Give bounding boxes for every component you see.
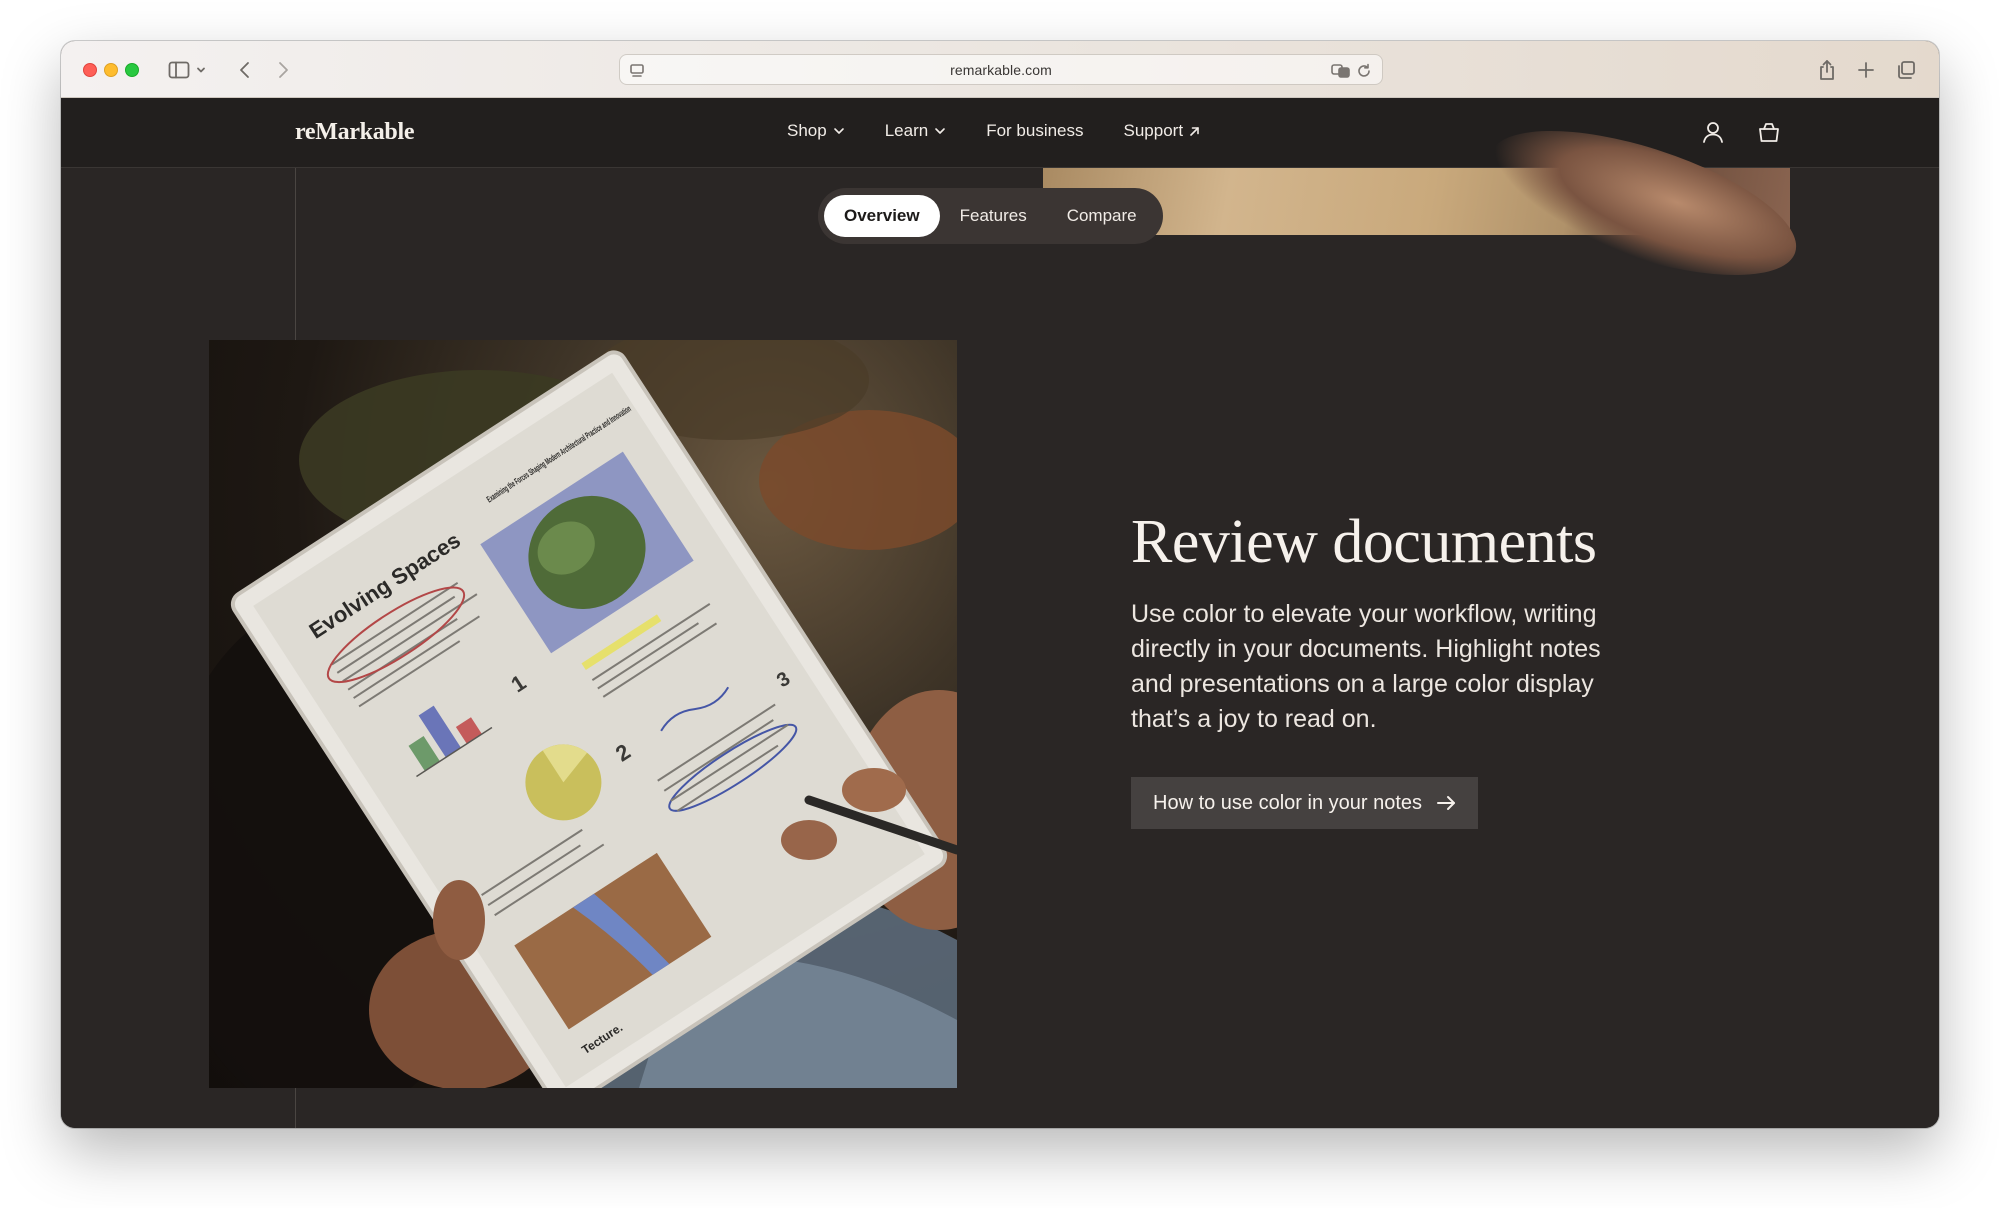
cart-icon[interactable] [1753,116,1785,148]
back-icon[interactable] [230,55,260,85]
main-nav: Shop Learn For business Support [787,121,1240,141]
close-window-button[interactable] [83,63,97,77]
nav-item-shop[interactable]: Shop [787,121,845,141]
nav-item-learn[interactable]: Learn [885,121,946,141]
zoom-window-button[interactable] [125,63,139,77]
browser-toolbar: remarkable.com [61,41,1939,98]
external-link-arrow-icon [1190,126,1199,136]
color-notes-link-button[interactable]: How to use color in your notes [1131,777,1479,829]
arrow-right-icon [1437,796,1456,810]
product-photo: Evolving Spaces Examining the Forces Sha… [209,340,957,1088]
tab-overview[interactable]: Overview [824,195,940,237]
translate-icon[interactable] [1330,60,1352,82]
chevron-down-icon[interactable] [192,55,210,85]
nav-item-label: Support [1123,121,1184,140]
reload-icon[interactable] [1353,60,1375,82]
tab-overview-icon[interactable] [1891,55,1921,85]
share-icon[interactable] [1812,55,1842,85]
chevron-down-icon [935,128,945,134]
forward-icon[interactable] [268,55,298,85]
url-text[interactable]: remarkable.com [620,62,1382,78]
nav-item-label: For business [986,121,1084,140]
nav-item-label: Learn [884,121,929,140]
new-tab-icon[interactable] [1851,55,1881,85]
nav-item-label: Shop [787,121,827,140]
feature-title: Review documents [1131,508,1597,576]
address-bar[interactable]: remarkable.com [619,54,1383,85]
tab-features[interactable]: Features [940,195,1047,237]
chevron-down-icon [833,128,844,134]
browser-window: remarkable.com reMarkable Shop Learn For… [61,41,1939,1128]
product-subnav: Overview Features Compare [818,188,1163,244]
nav-item-support[interactable]: Support [1124,121,1201,141]
page-content: Overview Features Compare Evolving Space… [61,101,1939,1128]
account-icon[interactable] [1697,116,1729,148]
site-logo[interactable]: reMarkable [295,119,415,146]
nav-item-for-business[interactable]: For business [986,121,1083,141]
sidebar-toggle-icon[interactable] [164,55,194,85]
minimize-window-button[interactable] [104,63,118,77]
feature-description: Use color to elevate your workflow, writ… [1131,600,1601,733]
cta-label: How to use color in your notes [1153,791,1423,814]
tab-compare[interactable]: Compare [1047,195,1157,237]
